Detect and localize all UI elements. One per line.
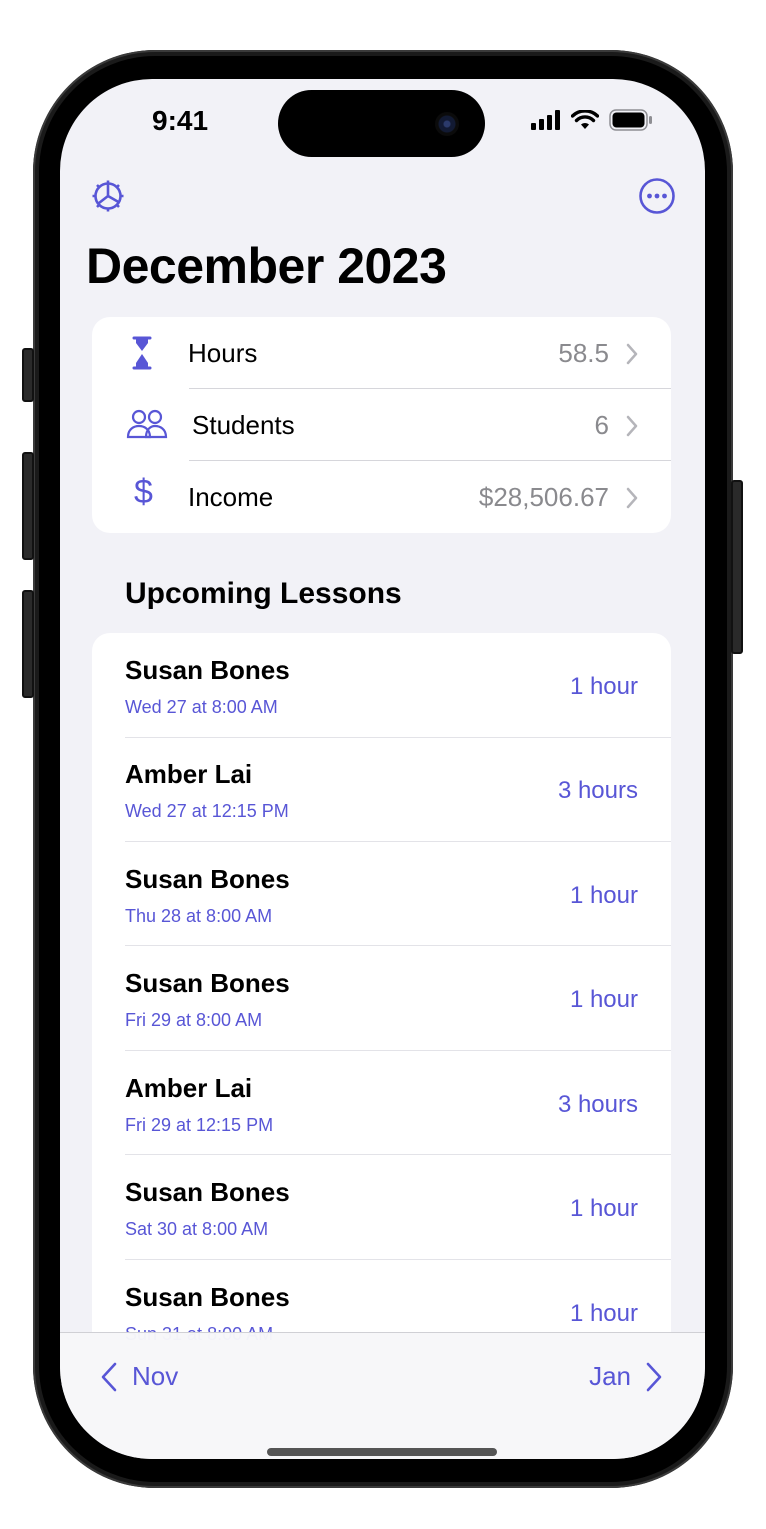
ellipsis-circle-icon	[639, 178, 675, 214]
app-screen: 9:41 December 2023 Hours 58.5 Students 6…	[60, 79, 705, 1459]
lesson-duration: 1 hour	[569, 1300, 638, 1327]
settings-button[interactable]	[88, 176, 128, 216]
stat-value: 6	[594, 410, 609, 440]
chevron-right-icon	[626, 415, 638, 437]
page-title: December 2023	[86, 238, 447, 294]
cellular-signal-icon	[531, 110, 560, 130]
battery-icon	[609, 109, 652, 131]
next-month-button[interactable]: Jan	[589, 1361, 663, 1392]
status-icons	[531, 109, 653, 131]
lesson-datetime: Sat 30 at 8:00 AM	[125, 1219, 269, 1239]
home-indicator[interactable]	[267, 1448, 497, 1456]
dollar-icon: $	[134, 473, 153, 511]
lesson-datetime: Wed 27 at 8:00 AM	[125, 697, 278, 717]
stats-card: Hours 58.5 Students 6 $ Income $28,506.6…	[92, 317, 671, 533]
lesson-student-name: Amber Lai	[125, 1073, 253, 1103]
lesson-student-name: Susan Bones	[125, 1177, 290, 1207]
previous-month-label: Nov	[132, 1361, 179, 1391]
stat-row-income[interactable]: $ Income $28,506.67	[92, 461, 671, 533]
stat-row-students[interactable]: Students 6	[92, 389, 671, 461]
list-item[interactable]: Susan Bones Sat 30 at 8:00 AM 1 hour	[92, 1155, 671, 1259]
chevron-right-icon	[626, 487, 638, 509]
list-item[interactable]: Susan Bones Wed 27 at 8:00 AM 1 hour	[92, 633, 671, 737]
lesson-student-name: Susan Bones	[125, 1282, 290, 1312]
wifi-icon	[571, 110, 599, 129]
lesson-duration: 3 hours	[557, 777, 638, 804]
lesson-duration: 1 hour	[569, 673, 638, 700]
hourglass-icon	[122, 335, 162, 371]
list-item[interactable]: Susan Bones Fri 29 at 8:00 AM 1 hour	[92, 946, 671, 1050]
lesson-duration: 1 hour	[569, 882, 638, 909]
more-button[interactable]	[637, 176, 677, 216]
stat-value: $28,506.67	[478, 482, 609, 512]
stat-label: Students	[192, 410, 295, 440]
people-icon	[126, 407, 168, 443]
previous-month-button[interactable]: Nov	[100, 1361, 178, 1392]
section-header: Upcoming Lessons	[125, 577, 402, 610]
stat-label: Hours	[188, 338, 258, 368]
lesson-student-name: Susan Bones	[125, 655, 290, 685]
lesson-student-name: Susan Bones	[125, 864, 290, 894]
status-time: 9:41	[152, 105, 209, 136]
lesson-student-name: Amber Lai	[125, 759, 253, 789]
volume-down-button	[22, 590, 34, 698]
lessons-list: Susan Bones Wed 27 at 8:00 AM 1 hour Amb…	[92, 633, 671, 1393]
stat-row-hours[interactable]: Hours 58.5	[92, 317, 671, 389]
list-item[interactable]: Susan Bones Thu 28 at 8:00 AM 1 hour	[92, 842, 671, 946]
list-item[interactable]: Amber Lai Fri 29 at 12:15 PM 3 hours	[92, 1051, 671, 1155]
power-button	[731, 480, 743, 654]
lesson-duration: 1 hour	[569, 1195, 638, 1222]
camera-icon	[435, 112, 459, 136]
next-month-label: Jan	[589, 1361, 631, 1391]
list-item[interactable]: Amber Lai Wed 27 at 12:15 PM 3 hours	[92, 737, 671, 841]
lesson-duration: 1 hour	[569, 986, 638, 1013]
action-button	[22, 348, 34, 402]
chevron-right-icon	[626, 343, 638, 365]
stat-value: 58.5	[558, 338, 609, 368]
gear-icon	[92, 180, 124, 212]
lesson-datetime: Fri 29 at 8:00 AM	[125, 1010, 263, 1030]
lesson-datetime: Thu 28 at 8:00 AM	[125, 906, 273, 926]
bottom-toolbar: Nov Jan	[60, 1332, 705, 1459]
lesson-student-name: Susan Bones	[125, 968, 290, 998]
chevron-left-icon	[101, 1362, 117, 1391]
lesson-datetime: Fri 29 at 12:15 PM	[125, 1115, 274, 1135]
chevron-right-icon	[646, 1362, 662, 1391]
stat-label: Income	[188, 482, 274, 512]
lesson-duration: 3 hours	[557, 1091, 638, 1118]
volume-up-button	[22, 452, 34, 560]
lesson-datetime: Wed 27 at 12:15 PM	[125, 801, 289, 821]
dynamic-island	[278, 90, 485, 157]
